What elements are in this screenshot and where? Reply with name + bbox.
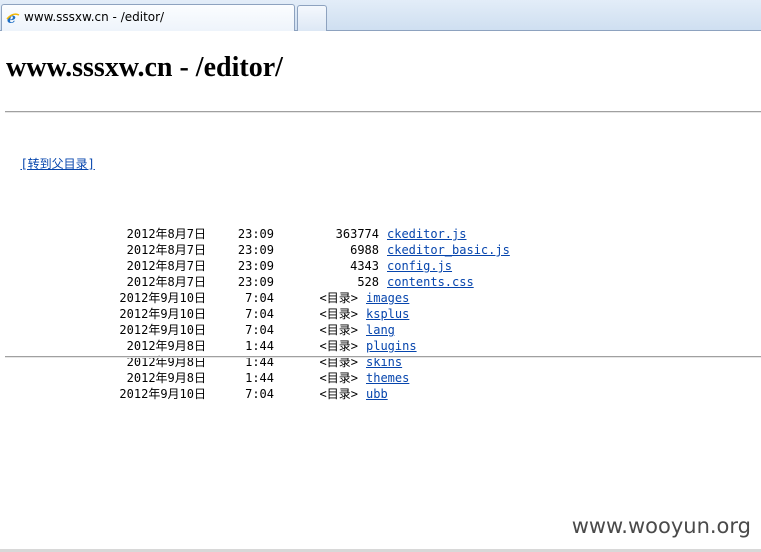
file-link[interactable]: ckeditor_basic.js [387, 243, 510, 257]
new-tab-button[interactable] [297, 5, 327, 31]
file-link[interactable]: config.js [387, 259, 452, 273]
page-title: www.sssxw.cn - /editor/ [6, 52, 283, 83]
listing-row: 2012年9月10日 7:04 <目录> images [6, 290, 510, 306]
entry-dir-marker: <目录> [319, 307, 358, 321]
file-link[interactable]: contents.css [387, 275, 474, 289]
entry-time: 7:04 [245, 323, 274, 337]
directory-link[interactable]: plugins [366, 339, 417, 353]
entry-dir-marker: <目录> [319, 387, 358, 401]
entry-time: 7:04 [245, 307, 274, 321]
entry-date: 2012年8月7日 [126, 259, 206, 273]
listing-row: 2012年8月7日 23:09 6988 ckeditor_basic.js [6, 242, 510, 258]
listing-row: 2012年9月8日 1:44 <目录> plugins [6, 338, 510, 354]
browser-tab-title: www.sssxw.cn - /editor/ [24, 10, 165, 24]
directory-link[interactable]: images [366, 291, 409, 305]
directory-link[interactable]: lang [366, 323, 395, 337]
watermark: www.wooyun.org [571, 514, 751, 538]
listing-row: 2012年8月7日 23:09 363774 ckeditor.js [6, 226, 510, 242]
listing-row: 2012年9月10日 7:04 <目录> ksplus [6, 306, 510, 322]
entry-size: 528 [357, 275, 379, 289]
listing-row: 2012年9月10日 7:04 <目录> ubb [6, 386, 510, 402]
parent-directory-link[interactable]: [转到父目录] [20, 157, 94, 171]
entry-time: 23:09 [237, 275, 274, 289]
entry-size: 6988 [350, 243, 379, 257]
entry-date: 2012年9月10日 [119, 291, 206, 305]
entry-time: 7:04 [245, 291, 274, 305]
entry-dir-marker: <目录> [319, 323, 358, 337]
file-link[interactable]: ckeditor.js [387, 227, 466, 241]
directory-listing: [转到父目录] 2012年8月7日 23:09 363774 ckeditor.js 2… [6, 140, 510, 418]
entry-dir-marker: <目录> [319, 291, 358, 305]
entry-date: 2012年8月7日 [126, 227, 206, 241]
directory-link[interactable]: themes [366, 371, 409, 385]
listing-rows: 2012年8月7日 23:09 363774 ckeditor.js 2012年8月7日… [6, 226, 510, 402]
entry-time: 23:09 [237, 243, 274, 257]
directory-link[interactable]: ksplus [366, 307, 409, 321]
entry-size: 4343 [350, 259, 379, 273]
entry-time: 1:44 [245, 339, 274, 353]
divider-top [5, 111, 761, 113]
entry-date: 2012年8月7日 [126, 243, 206, 257]
entry-size: 363774 [335, 227, 379, 241]
divider-bottom [5, 356, 761, 358]
directory-link[interactable]: ubb [366, 387, 388, 401]
listing-row: 2012年9月10日 7:04 <目录> lang [6, 322, 510, 338]
listing-spacer [6, 188, 510, 194]
listing-row: 2012年8月7日 23:09 4343 config.js [6, 258, 510, 274]
entry-dir-marker: <目录> [319, 371, 358, 385]
browser-tab-bar: e www.sssxw.cn - /editor/ [0, 0, 761, 31]
entry-date: 2012年9月8日 [126, 339, 206, 353]
entry-dir-marker: <目录> [319, 339, 358, 353]
listing-row: 2012年9月8日 1:44 <目录> themes [6, 370, 510, 386]
entry-time: 7:04 [245, 387, 274, 401]
ie-logo-icon: e [6, 10, 20, 27]
entry-time: 23:09 [237, 227, 274, 241]
entry-time: 23:09 [237, 259, 274, 273]
entry-date: 2012年9月10日 [119, 387, 206, 401]
entry-date: 2012年9月10日 [119, 307, 206, 321]
entry-date: 2012年9月10日 [119, 323, 206, 337]
entry-time: 1:44 [245, 371, 274, 385]
entry-date: 2012年9月8日 [126, 371, 206, 385]
listing-row: 2012年8月7日 23:09 528 contents.css [6, 274, 510, 290]
browser-tab[interactable]: e www.sssxw.cn - /editor/ [1, 4, 295, 31]
entry-date: 2012年8月7日 [126, 275, 206, 289]
